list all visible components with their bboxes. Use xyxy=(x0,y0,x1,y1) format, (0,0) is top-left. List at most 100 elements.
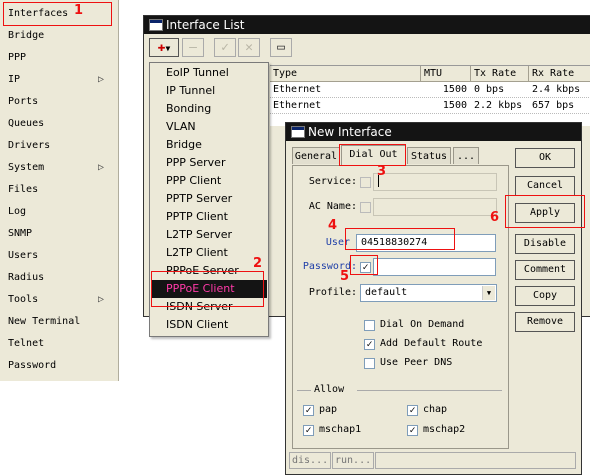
submenu-arrow-icon: ▷ xyxy=(97,162,104,173)
column-header-tx-rate[interactable]: Tx Rate xyxy=(471,66,529,82)
table-row[interactable]: Ethernet 1500 0 bps 2.4 kbps xyxy=(270,82,590,98)
new-interface-titlebar[interactable]: New Interface xyxy=(286,123,581,141)
window-icon xyxy=(291,126,305,138)
menu-item-bridge[interactable]: Bridge xyxy=(8,26,108,46)
menu-item-password[interactable]: Password xyxy=(8,356,108,376)
menu-item-label: Log xyxy=(8,206,27,217)
allow-pap-label: pap xyxy=(319,404,338,415)
menu-item-ppp-client[interactable]: PPP Client xyxy=(151,172,267,190)
menu-item-radius[interactable]: Radius xyxy=(8,268,108,288)
password-field[interactable] xyxy=(373,258,496,276)
copy-button[interactable]: Copy xyxy=(515,286,575,306)
note-icon: ▭ xyxy=(277,40,285,55)
service-checkbox[interactable] xyxy=(360,177,371,188)
menu-item-l2tp-client[interactable]: L2TP Client xyxy=(151,244,267,262)
check-icon: ✓ xyxy=(409,405,416,416)
menu-item-vlan[interactable]: VLAN xyxy=(151,118,267,136)
status-disabled: dis... xyxy=(289,452,331,469)
menu-item-label: Tools xyxy=(8,294,39,305)
left-menu: Interfaces Bridge PPP IP ▷ Ports Queues D… xyxy=(0,0,119,381)
column-header-type[interactable]: Type xyxy=(270,66,421,82)
menu-item-files[interactable]: Files xyxy=(8,180,108,200)
comment-button[interactable]: ▭ xyxy=(270,38,292,57)
profile-value: default xyxy=(365,287,408,298)
annotation-box-4 xyxy=(345,228,455,250)
menu-item-isdn-client[interactable]: ISDN Client xyxy=(151,316,267,334)
use-peer-dns-checkbox[interactable] xyxy=(364,358,375,369)
comment-button[interactable]: Comment xyxy=(515,260,575,280)
menu-item-telnet[interactable]: Telnet xyxy=(8,334,108,354)
menu-item-bridge[interactable]: Bridge xyxy=(151,136,267,154)
annotation-number-3: 3 xyxy=(377,164,387,179)
remove-button[interactable]: Remove xyxy=(515,312,575,332)
annotation-number-2: 2 xyxy=(253,256,263,271)
menu-item-new-terminal[interactable]: New Terminal xyxy=(8,312,108,332)
cell-rx-rate: 657 bps xyxy=(532,100,575,111)
annotation-box-6 xyxy=(505,195,585,228)
menu-item-pptp-client[interactable]: PPTP Client xyxy=(151,208,267,226)
allow-label: Allow xyxy=(311,382,357,398)
menu-item-queues[interactable]: Queues xyxy=(8,114,108,134)
allow-chap-checkbox[interactable]: ✓ xyxy=(407,405,418,416)
menu-item-eoip-tunnel[interactable]: EoIP Tunnel xyxy=(151,64,267,82)
menu-item-l2tp-server[interactable]: L2TP Server xyxy=(151,226,267,244)
menu-item-system[interactable]: System ▷ xyxy=(8,158,108,178)
menu-item-label: Queues xyxy=(8,118,45,129)
menu-item-snmp[interactable]: SNMP xyxy=(8,224,108,244)
ok-button[interactable]: OK xyxy=(515,148,575,168)
user-label: User xyxy=(325,237,350,248)
ac-name-field[interactable] xyxy=(373,198,497,216)
interface-list-titlebar[interactable]: Interface List xyxy=(144,16,590,34)
menu-item-label: SNMP xyxy=(8,228,33,239)
cell-mtu: 1500 xyxy=(442,100,467,111)
check-icon: ✓ xyxy=(366,339,373,350)
dial-on-demand-label: Dial On Demand xyxy=(380,319,465,330)
dial-on-demand-checkbox[interactable] xyxy=(364,320,375,331)
disable-button[interactable]: ✕ xyxy=(238,38,260,57)
add-default-route-checkbox[interactable]: ✓ xyxy=(364,339,375,350)
tab-general[interactable]: General xyxy=(292,147,340,164)
allow-mschap1-checkbox[interactable]: ✓ xyxy=(303,425,314,436)
menu-item-ppp[interactable]: PPP xyxy=(8,48,108,68)
allow-pap-checkbox[interactable]: ✓ xyxy=(303,405,314,416)
menu-item-label: Drivers xyxy=(8,140,51,151)
window-title: Interface List xyxy=(166,18,245,32)
menu-item-drivers[interactable]: Drivers xyxy=(8,136,108,156)
menu-item-ports[interactable]: Ports xyxy=(8,92,108,112)
allow-mschap1-label: mschap1 xyxy=(319,424,362,435)
remove-button[interactable]: — xyxy=(182,38,204,57)
annotation-box-5 xyxy=(350,255,378,275)
menu-item-ip-tunnel[interactable]: IP Tunnel xyxy=(151,82,267,100)
chevron-down-icon[interactable]: ▼ xyxy=(482,286,495,300)
add-button[interactable]: ✚▼ xyxy=(149,38,179,57)
table-row[interactable]: Ethernet 1500 2.2 kbps 657 bps xyxy=(270,98,590,114)
enable-button[interactable]: ✓ xyxy=(214,38,236,57)
menu-item-bonding[interactable]: Bonding xyxy=(151,100,267,118)
tab-more[interactable]: ... xyxy=(453,147,479,164)
menu-item-label: New Terminal xyxy=(8,316,81,327)
menu-item-ppp-server[interactable]: PPP Server xyxy=(151,154,267,172)
profile-select[interactable]: default ▼ xyxy=(360,284,497,302)
allow-mschap2-checkbox[interactable]: ✓ xyxy=(407,425,418,436)
ac-name-checkbox[interactable] xyxy=(360,202,371,213)
column-header-mtu[interactable]: MTU xyxy=(421,66,471,82)
menu-item-log[interactable]: Log xyxy=(8,202,108,222)
disable-button[interactable]: Disable xyxy=(515,234,575,254)
cancel-button[interactable]: Cancel xyxy=(515,176,575,196)
new-interface-dialog: New Interface General Dial Out Status ..… xyxy=(285,122,582,475)
tab-status[interactable]: Status xyxy=(407,147,451,164)
menu-item-ip[interactable]: IP ▷ xyxy=(8,70,108,90)
cell-tx-rate: 2.2 kbps xyxy=(474,100,523,111)
menu-item-tools[interactable]: Tools ▷ xyxy=(8,290,108,310)
column-header-rx-rate[interactable]: Rx Rate xyxy=(529,66,590,82)
menu-item-label: IP xyxy=(8,74,21,85)
profile-label: Profile: xyxy=(308,287,357,298)
menu-item-label: Files xyxy=(8,184,39,195)
service-field[interactable] xyxy=(373,173,497,191)
menu-item-pptp-server[interactable]: PPTP Server xyxy=(151,190,267,208)
cell-rx-rate: 2.4 kbps xyxy=(532,84,581,95)
annotation-box-1 xyxy=(3,2,112,26)
annotation-box-2 xyxy=(151,271,264,307)
cell-type: Ethernet xyxy=(273,84,322,95)
menu-item-users[interactable]: Users xyxy=(8,246,108,266)
